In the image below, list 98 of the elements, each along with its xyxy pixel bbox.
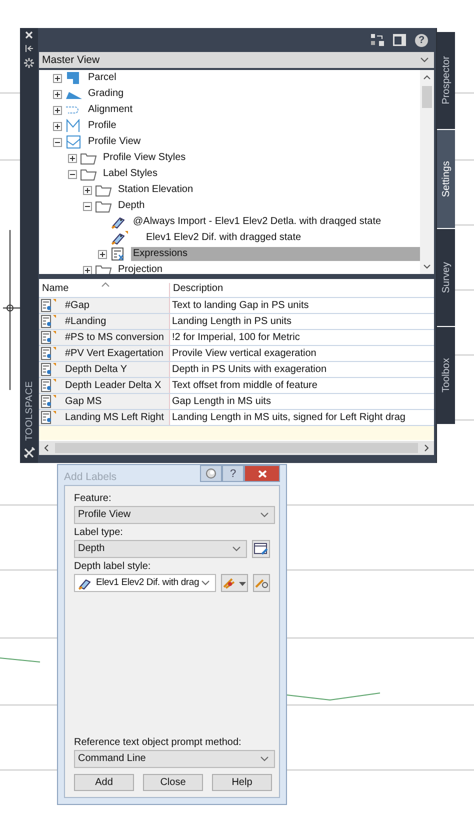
expression-icon [41,379,57,392]
tree-item[interactable]: Alignment [86,103,134,117]
field-label: Reference text object prompt method: [74,737,242,748]
dock-icon[interactable] [24,44,34,53]
help-icon[interactable]: ? [415,34,428,46]
field-label: Feature: [74,493,112,504]
side-tab[interactable]: Prospector [437,32,455,130]
expression-icon [41,363,57,376]
help-button[interactable]: ? [222,465,244,482]
panel-title: TOOLSPACE [24,381,34,441]
scroll-left-icon[interactable] [43,444,49,452]
folder-icon [95,183,113,197]
expand-toggle[interactable] [53,122,62,130]
dialog-button[interactable]: Help [212,774,272,791]
table-cell: #Gap [65,300,90,311]
expand-toggle[interactable] [53,106,62,114]
close-button[interactable] [244,465,280,482]
expression-icon [41,347,57,360]
tree-item[interactable]: Profile View [86,135,143,149]
table-cell: #PS to MS conversion [65,332,164,343]
tree-item[interactable]: Expressions [131,247,420,261]
grid-arrows-icon[interactable] [371,34,384,46]
side-tab[interactable]: Toolbox [437,326,455,424]
table-cell-text: Text offset from middle of feature [171,379,318,393]
column-header[interactable]: Name [39,283,170,297]
table-cell: #Landing [65,316,106,327]
expression-icon [41,315,57,328]
feature-dropdown[interactable]: Profile View [74,506,275,524]
field-label: Label type: [74,527,124,538]
chevron-down-icon [260,756,269,762]
expand-toggle[interactable] [68,170,77,178]
table-cell-text: Landing Length in MS uits, signed for Left Right drag [171,411,406,425]
prompt-method-dropdown[interactable]: Command Line [74,750,275,768]
folder-icon [80,167,98,181]
table-cell: Gap MS [65,396,102,407]
grid-frame-icon [65,135,83,149]
pin-icon[interactable] [200,465,222,482]
expand-toggle[interactable] [98,250,107,258]
table-cell-text: Gap Length in MS uits [171,395,272,409]
table-cell-text: Depth in PS Units with exageration [171,363,328,377]
field-label: Depth label style: [74,561,152,572]
tree-item[interactable]: Parcel [86,71,118,85]
chevron-down-icon [420,57,429,63]
expand-toggle[interactable] [68,154,77,162]
side-tab[interactable]: Survey [437,228,455,326]
tree-item[interactable]: @Always Import - Elev1 Elev2 Detla. with draqged state [131,215,384,229]
folder-icon [95,199,113,213]
tree-item[interactable]: Projection [116,263,164,274]
table-cell-text: !2 for Imperial, 100 for Metric [171,331,301,345]
table-cell: Depth Delta Y [65,364,128,375]
expand-toggle[interactable] [83,186,92,194]
table-cell-text: Landing Length in PS units [171,315,293,329]
dialog-button[interactable]: Close [143,774,203,791]
expression-icon [41,411,57,424]
tree-item[interactable]: Grading [86,87,126,101]
column-header[interactable]: Description [170,283,434,297]
expression-icon [41,395,57,408]
dialog-title: Add Labels [64,471,117,483]
edit-window-button[interactable] [252,540,270,558]
expand-toggle[interactable] [83,202,92,210]
close-icon [258,470,266,478]
scroll-right-icon[interactable] [424,444,430,452]
expression-icon [41,299,57,312]
vertical-scrollbar[interactable] [420,70,434,274]
tools-icon[interactable] [22,446,36,459]
horizontal-scrollbar[interactable] [39,441,434,455]
style-edit-button[interactable] [221,574,248,592]
chevron-down-icon [201,580,210,586]
close-icon[interactable] [25,31,33,39]
tree-item[interactable]: Station Elevation [116,183,196,197]
tree-item[interactable]: Profile [86,119,118,133]
expand-toggle[interactable] [83,266,92,274]
chevron-down-icon [260,512,269,518]
expression-icon [41,331,57,344]
expand-toggle[interactable] [53,90,62,98]
scroll-thumb[interactable] [422,86,432,108]
tag-icon [78,576,92,590]
dialog-button[interactable]: Add [74,774,134,791]
tree-item[interactable]: Depth [116,199,147,213]
side-tab[interactable]: Settings [437,130,455,228]
table-cell: #PV Vert Exagertation [65,348,164,359]
view-dropdown[interactable]: Master View [39,52,434,68]
table-cell-text: Text to landing Gap in PS units [171,299,310,313]
label-style-dropdown[interactable]: Elev1 Elev2 Dif. with drag [74,574,216,592]
settings-icon[interactable] [24,58,34,68]
style-browse-button[interactable] [253,574,270,592]
tree-item[interactable]: Label Styles [101,167,160,181]
tree-item[interactable]: Profile View Styles [101,151,188,165]
table-cell-text: Provile View vertical exageration [171,347,318,361]
folder-icon [80,151,98,165]
tree-item[interactable]: Elev1 Elev2 Dif. with dragged state [144,231,304,245]
table-cell: Depth Leader Delta X [65,380,162,391]
chevron-down-icon [232,546,242,552]
label-type-dropdown[interactable]: Depth [74,540,248,558]
panel-layout-icon[interactable] [393,34,406,46]
expand-toggle[interactable] [53,74,62,82]
table-cell: Landing MS Left Right [65,412,164,423]
expand-toggle[interactable] [53,138,62,146]
